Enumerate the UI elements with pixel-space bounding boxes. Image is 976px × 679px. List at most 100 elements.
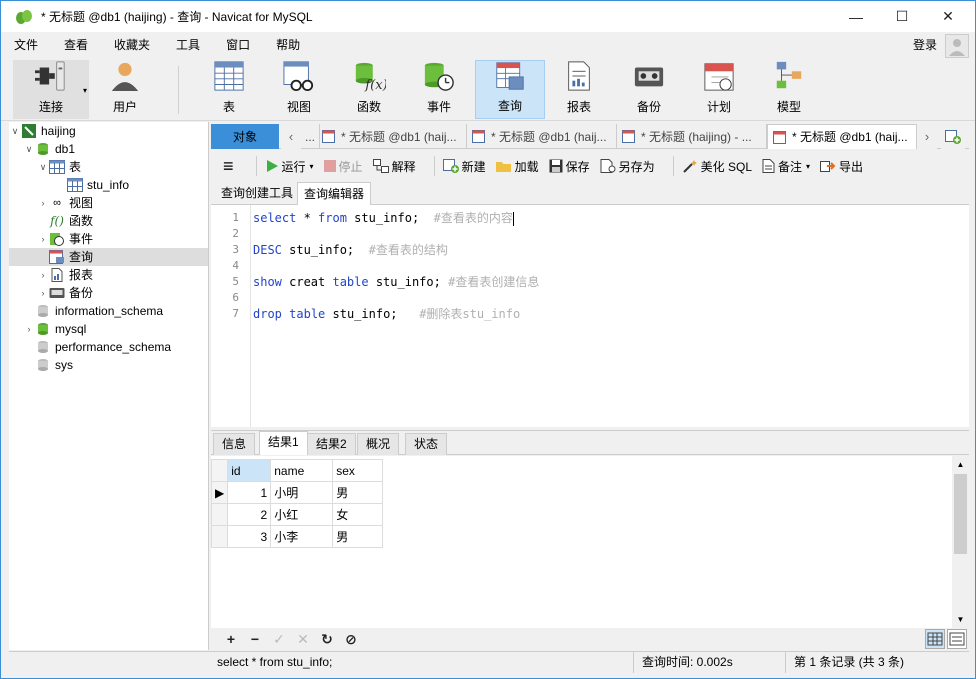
vertical-scrollbar[interactable]: ▲ ▼ xyxy=(952,456,969,628)
stop-query-icon[interactable]: ⊘ xyxy=(339,631,363,648)
table-cell[interactable]: 小明 xyxy=(270,481,334,504)
table-row[interactable]: 3 小李 男 xyxy=(210,525,384,548)
code-line-3[interactable]: DESC stu_info; #查看表的结构 xyxy=(253,242,448,258)
apply-changes-icon[interactable]: ✓ xyxy=(267,631,291,648)
hamburger-menu-icon[interactable]: ≡ xyxy=(223,156,234,177)
code-line-1[interactable]: select * from stu_info; #查看表的内容 xyxy=(253,210,514,226)
table-cell[interactable]: 小红 xyxy=(270,503,334,526)
table-cell[interactable]: 3 xyxy=(227,525,272,548)
user-avatar[interactable] xyxy=(945,34,969,58)
tab-query-editor[interactable]: 查询编辑器 xyxy=(297,182,372,205)
collapse-arrow-icon[interactable]: › xyxy=(23,320,35,338)
view-button[interactable]: 视图 xyxy=(269,60,329,119)
collapse-arrow-icon[interactable]: › xyxy=(37,266,49,284)
table-cell[interactable]: 男 xyxy=(332,525,384,548)
collapse-arrow-icon[interactable]: › xyxy=(37,230,49,248)
menu-tools[interactable]: 工具 xyxy=(163,32,213,58)
tree-tables[interactable]: ∨ 表 xyxy=(9,158,208,176)
current-row-indicator-icon[interactable]: ▶ xyxy=(210,481,229,504)
scroll-down-icon[interactable]: ▼ xyxy=(952,611,969,628)
collapse-arrow-icon[interactable]: › xyxy=(37,194,49,212)
table-row[interactable]: ▶ 1 小明 男 xyxy=(210,481,384,504)
grid-view-icon[interactable] xyxy=(925,629,945,649)
new-query-button[interactable]: 新建 xyxy=(442,158,486,175)
tree-table-stu-info[interactable]: stu_info xyxy=(9,176,208,194)
report-button[interactable]: 报表 xyxy=(549,60,609,119)
menu-view[interactable]: 查看 xyxy=(51,32,101,58)
menu-window[interactable]: 窗口 xyxy=(213,32,263,58)
tab-query-builder[interactable]: 查询创建工具 xyxy=(215,182,299,205)
user-button[interactable]: 用户 xyxy=(95,60,155,119)
tab-result1[interactable]: 结果1 xyxy=(259,431,308,455)
tab-query-4-active[interactable]: * 无标题 @db1 (haij... xyxy=(767,124,917,149)
save-button[interactable]: 保存 xyxy=(549,158,590,175)
tree-queries[interactable]: 查询 xyxy=(9,248,208,266)
tree-views[interactable]: › ∞ 视图 xyxy=(9,194,208,212)
form-view-icon[interactable] xyxy=(947,629,967,649)
save-as-button[interactable]: 另存为 xyxy=(600,158,655,175)
column-header-id[interactable]: id xyxy=(227,459,272,482)
delete-record-icon[interactable]: − xyxy=(243,631,267,647)
table-cell[interactable]: 1 xyxy=(227,481,272,504)
tab-status[interactable]: 状态 xyxy=(405,433,448,455)
tree-reports[interactable]: › 报表 xyxy=(9,266,208,284)
tab-overview[interactable]: 概况 xyxy=(357,433,400,455)
expand-arrow-icon[interactable]: ∨ xyxy=(9,122,21,140)
tab-scroll-left-icon[interactable]: ‹ xyxy=(281,124,301,149)
table-cell[interactable]: 小李 xyxy=(270,525,334,548)
connect-dropdown-icon[interactable]: ▾ xyxy=(83,86,87,95)
export-button[interactable]: 导出 xyxy=(820,158,863,175)
explain-button[interactable]: 解释 xyxy=(372,158,416,175)
tab-scroll-right-icon[interactable]: › xyxy=(917,124,937,149)
row-header[interactable] xyxy=(210,503,229,526)
table-cell[interactable]: 女 xyxy=(332,503,384,526)
model-button[interactable]: 模型 xyxy=(759,60,819,119)
scrollbar-thumb[interactable] xyxy=(954,474,967,554)
query-button[interactable]: 查询 xyxy=(475,60,545,119)
table-cell[interactable]: 2 xyxy=(227,503,272,526)
function-button[interactable]: f(x) 函数 xyxy=(339,60,399,119)
tree-db-mysql[interactable]: › mysql xyxy=(9,320,208,338)
tree-backups[interactable]: › 备份 xyxy=(9,284,208,302)
refresh-icon[interactable]: ↻ xyxy=(315,631,339,648)
event-button[interactable]: 事件 xyxy=(409,60,469,119)
tree-db-sys[interactable]: sys xyxy=(9,356,208,374)
column-header-sex[interactable]: sex xyxy=(332,459,384,482)
tab-query-2[interactable]: * 无标题 @db1 (haij... xyxy=(467,124,617,149)
maximize-button[interactable]: ☐ xyxy=(879,1,925,32)
expand-arrow-icon[interactable]: ∨ xyxy=(23,140,35,158)
new-tab-icon[interactable] xyxy=(941,124,965,149)
add-record-icon[interactable]: + xyxy=(219,631,243,647)
menu-help[interactable]: 帮助 xyxy=(263,32,313,58)
stop-button[interactable]: 停止 xyxy=(323,158,363,175)
minimize-button[interactable]: ― xyxy=(833,1,879,32)
load-button[interactable]: 加载 xyxy=(495,158,539,175)
beautify-sql-button[interactable]: 美化 SQL xyxy=(682,158,752,175)
tab-info[interactable]: 信息 xyxy=(213,433,256,455)
code-line-7[interactable]: drop table stu_info; #删除表stu_info xyxy=(253,306,520,322)
scroll-up-icon[interactable]: ▲ xyxy=(952,456,969,473)
tree-db-db1[interactable]: ∨ db1 xyxy=(9,140,208,158)
tree-connection-haijing[interactable]: ∨ haijing xyxy=(9,122,208,140)
tree-db-information-schema[interactable]: information_schema xyxy=(9,302,208,320)
run-dropdown-icon[interactable]: ▾ xyxy=(310,162,314,171)
comment-dropdown-icon[interactable]: ▾ xyxy=(806,162,810,171)
tab-objects[interactable]: 对象 xyxy=(211,124,280,149)
tree-db-performance-schema[interactable]: performance_schema xyxy=(9,338,208,356)
tab-query-3[interactable]: * 无标题 (haijing) - ... xyxy=(617,124,767,149)
column-header-name[interactable]: name xyxy=(270,459,334,482)
run-button[interactable]: 运行 ▾ xyxy=(265,158,314,175)
tab-result2[interactable]: 结果2 xyxy=(307,433,356,455)
connect-button[interactable]: 连接 xyxy=(13,60,89,119)
comment-button[interactable]: 备注 ▾ xyxy=(762,158,810,175)
expand-arrow-icon[interactable]: ∨ xyxy=(37,158,49,176)
table-cell[interactable]: 男 xyxy=(332,481,384,504)
discard-changes-icon[interactable]: ✕ xyxy=(291,631,315,648)
schedule-button[interactable]: 计划 xyxy=(689,60,749,119)
table-button[interactable]: 表 xyxy=(199,60,259,119)
menu-favorites[interactable]: 收藏夹 xyxy=(101,32,163,58)
tree-events[interactable]: › 事件 xyxy=(9,230,208,248)
close-button[interactable]: ✕ xyxy=(925,1,971,32)
menu-file[interactable]: 文件 xyxy=(1,32,51,58)
backup-button[interactable]: 备份 xyxy=(619,60,679,119)
